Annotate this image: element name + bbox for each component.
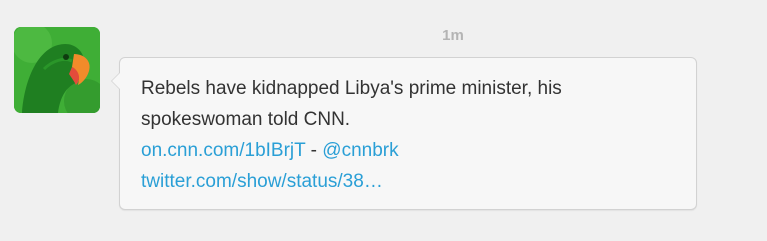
mention-link[interactable]: @cnnbrk [322,140,398,161]
link-separator: - [305,140,323,161]
tweet-text-line-1: Rebels have kidnapped Libya's prime mini… [141,78,562,99]
status-link[interactable]: twitter.com/show/status/38… [141,171,383,192]
short-link[interactable]: on.cnn.com/1bIBrjT [141,140,305,161]
tweet-status-line: twitter.com/show/status/38… [141,166,681,197]
tweet-text-line-2: spokeswoman told CNN. [141,109,351,130]
tweet-bubble: Rebels have kidnapped Libya's prime mini… [111,57,697,210]
parrot-avatar-icon [14,27,100,113]
avatar[interactable] [14,27,100,113]
tweet-text: Rebels have kidnapped Libya's prime mini… [141,73,681,197]
tweet-timestamp[interactable]: 1m [410,27,496,44]
tweet-links-line: on.cnn.com/1bIBrjT - @cnnbrk [141,135,681,166]
